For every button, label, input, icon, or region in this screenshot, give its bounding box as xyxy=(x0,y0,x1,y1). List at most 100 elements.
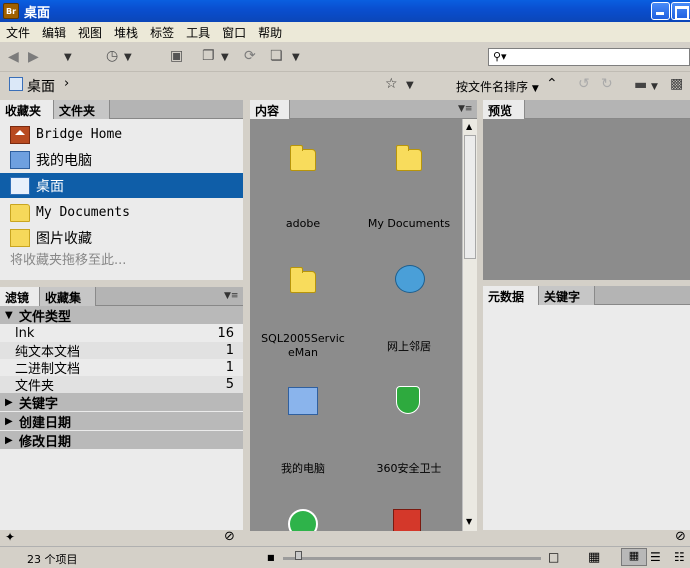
menu-help[interactable]: 帮助 xyxy=(252,24,288,41)
slider-handle[interactable] xyxy=(295,551,303,560)
desktop-icon xyxy=(9,77,23,91)
thumbnail-label[interactable]: adobe xyxy=(250,217,356,230)
rotate-left-icon[interactable]: ↺ xyxy=(578,77,590,91)
back-arrow-icon[interactable]: ◀ xyxy=(8,50,19,64)
scroll-down-icon[interactable]: ▼ xyxy=(466,517,472,526)
menu-tools[interactable]: 工具 xyxy=(180,24,216,41)
filter-panel: 滤镜 收藏集 ▼≡ ▼ 文件类型 lnk 16 纯文本文档 1 二进制文档 1 … xyxy=(0,287,243,530)
collapsed-triangle-icon: ▶ xyxy=(5,434,13,446)
pin-icon[interactable]: ✦ xyxy=(5,530,15,544)
folder-icon[interactable] xyxy=(290,145,316,171)
copy-chevron-down-icon[interactable]: ▼ xyxy=(221,51,229,65)
content-scrollbar[interactable]: ▲ ▼ xyxy=(462,119,477,531)
filter-section-keywords[interactable]: ▶ 关键字 xyxy=(0,393,243,412)
recent-chevron-down-icon[interactable]: ▼ xyxy=(124,51,132,65)
tab-preview[interactable]: 预览 xyxy=(483,100,525,119)
details-view-icon[interactable]: ☷ xyxy=(674,550,685,564)
panel-menu-icon[interactable]: ▼≡ xyxy=(458,104,472,114)
favorite-item-my-documents[interactable]: My Documents xyxy=(0,200,243,225)
rotate-right-icon[interactable]: ↻ xyxy=(601,77,613,91)
filter-row[interactable]: 文件夹 5 xyxy=(0,376,243,394)
filter-count: 1 xyxy=(225,343,234,358)
thumbnail-label[interactable]: 360安全卫士 xyxy=(356,460,462,476)
output-chevron-down-icon[interactable]: ▼ xyxy=(292,51,300,65)
metadata-panel xyxy=(483,305,690,530)
sort-ascending-icon[interactable]: ⌃ xyxy=(546,77,558,91)
bridge-app-icon: Br xyxy=(3,3,19,19)
item-count: 23 个项目 xyxy=(27,553,78,566)
minimize-button[interactable] xyxy=(651,2,670,20)
favorite-item-bridge-home[interactable]: Bridge Home xyxy=(0,122,243,147)
favorite-item-my-pictures[interactable]: 图片收藏 xyxy=(0,225,243,250)
sort-dropdown[interactable]: 按文件名排序 ▼ xyxy=(456,78,539,95)
breadcrumb[interactable]: 桌面 xyxy=(27,76,55,96)
thumbnail-label[interactable]: My Documents xyxy=(356,217,462,230)
search-icon: ⚲▾ xyxy=(493,50,507,63)
filter-count: 16 xyxy=(217,326,234,341)
history-chevron-down-icon[interactable]: ▼ xyxy=(64,51,72,65)
filter-row[interactable]: lnk 16 xyxy=(0,325,243,342)
list-view-icon[interactable]: ☰ xyxy=(650,550,661,564)
grid-lock-icon[interactable]: ▦ xyxy=(588,550,600,565)
favorite-item-desktop[interactable]: 桌面 xyxy=(0,173,243,198)
network-icon[interactable] xyxy=(395,265,425,293)
thumbnail-label[interactable]: 网上邻居 xyxy=(356,338,462,354)
collapsed-triangle-icon: ▶ xyxy=(5,415,13,427)
small-thumbnail-icon[interactable]: ■ xyxy=(267,553,275,562)
star-icon[interactable]: ☆ xyxy=(385,77,398,91)
folder-icon[interactable] xyxy=(290,267,316,293)
favorite-item-my-computer[interactable]: 我的电脑 xyxy=(0,147,243,172)
tab-content[interactable]: 内容 xyxy=(250,100,290,119)
menu-file[interactable]: 文件 xyxy=(0,24,36,41)
no-icon[interactable]: ⊘ xyxy=(224,529,235,544)
menu-window[interactable]: 窗口 xyxy=(216,24,252,41)
scroll-up-icon[interactable]: ▲ xyxy=(466,122,472,131)
open-folder-icon[interactable]: ▬ xyxy=(634,78,647,92)
thumbnail-label[interactable]: SQL2005ServiceMan xyxy=(250,332,356,360)
tab-favorites[interactable]: 收藏夹 xyxy=(0,100,54,119)
filter-row[interactable]: 纯文本文档 1 xyxy=(0,342,243,360)
menu-view[interactable]: 视图 xyxy=(72,24,108,41)
thumbnail-view-icon[interactable]: ▦ xyxy=(621,548,647,566)
folder-icon[interactable] xyxy=(396,145,422,171)
refresh-icon[interactable]: ⟳ xyxy=(244,49,256,63)
computer-icon[interactable] xyxy=(288,387,318,415)
large-thumbnail-icon[interactable]: □ xyxy=(548,550,559,564)
thumbnail-size-slider[interactable] xyxy=(283,557,541,560)
tab-filter[interactable]: 滤镜 xyxy=(0,287,40,306)
forward-arrow-icon[interactable]: ▶ xyxy=(28,50,39,64)
menu-label[interactable]: 标签 xyxy=(144,24,180,41)
scrollbar-thumb[interactable] xyxy=(464,135,476,259)
no-icon[interactable]: ⊘ xyxy=(675,529,686,544)
tab-metadata[interactable]: 元数据 xyxy=(483,286,539,305)
collapsed-triangle-icon: ▶ xyxy=(5,396,13,408)
filter-section-date-created[interactable]: ▶ 创建日期 xyxy=(0,412,243,431)
output-icon[interactable]: ❏ xyxy=(270,49,283,63)
search-input[interactable]: ⚲▾ xyxy=(488,48,690,66)
splitter-vertical-left[interactable] xyxy=(243,100,250,546)
preview-panel xyxy=(483,119,690,280)
filter-row[interactable]: 二进制文档 1 xyxy=(0,359,243,377)
tab-collections[interactable]: 收藏集 xyxy=(40,287,96,306)
filter-section-file-type[interactable]: ▼ 文件类型 xyxy=(0,306,243,325)
star-chevron-down-icon[interactable]: ▼ xyxy=(406,79,414,93)
open-chevron-down-icon[interactable]: ▼ xyxy=(651,80,658,94)
filter-section-date-modified[interactable]: ▶ 修改日期 xyxy=(0,431,243,450)
tab-folders[interactable]: 文件夹 xyxy=(54,100,110,119)
recent-folders-icon[interactable]: ◷ xyxy=(106,49,118,63)
panel-menu-icon[interactable]: ▼≡ xyxy=(224,291,238,301)
new-folder-icon[interactable]: ▩ xyxy=(670,77,683,91)
breadcrumb-chevron-right-icon[interactable]: › xyxy=(64,76,69,91)
menu-bar: 文件 编辑 视图 堆栈 标签 工具 窗口 帮助 xyxy=(0,22,690,42)
copy-icon[interactable]: ❐ xyxy=(202,49,215,63)
camera-icon[interactable]: ▣ xyxy=(170,49,183,63)
splitter-left[interactable] xyxy=(0,280,243,287)
thumbnail-label[interactable]: 我的电脑 xyxy=(250,460,356,476)
shield-icon[interactable] xyxy=(396,386,420,414)
tab-keywords[interactable]: 关键字 xyxy=(539,286,595,305)
filter-tabbar: 滤镜 收藏集 ▼≡ xyxy=(0,287,243,306)
favorite-label: Bridge Home xyxy=(36,127,123,142)
menu-edit[interactable]: 编辑 xyxy=(36,24,72,41)
maximize-button[interactable] xyxy=(671,2,690,20)
menu-stack[interactable]: 堆栈 xyxy=(108,24,144,41)
